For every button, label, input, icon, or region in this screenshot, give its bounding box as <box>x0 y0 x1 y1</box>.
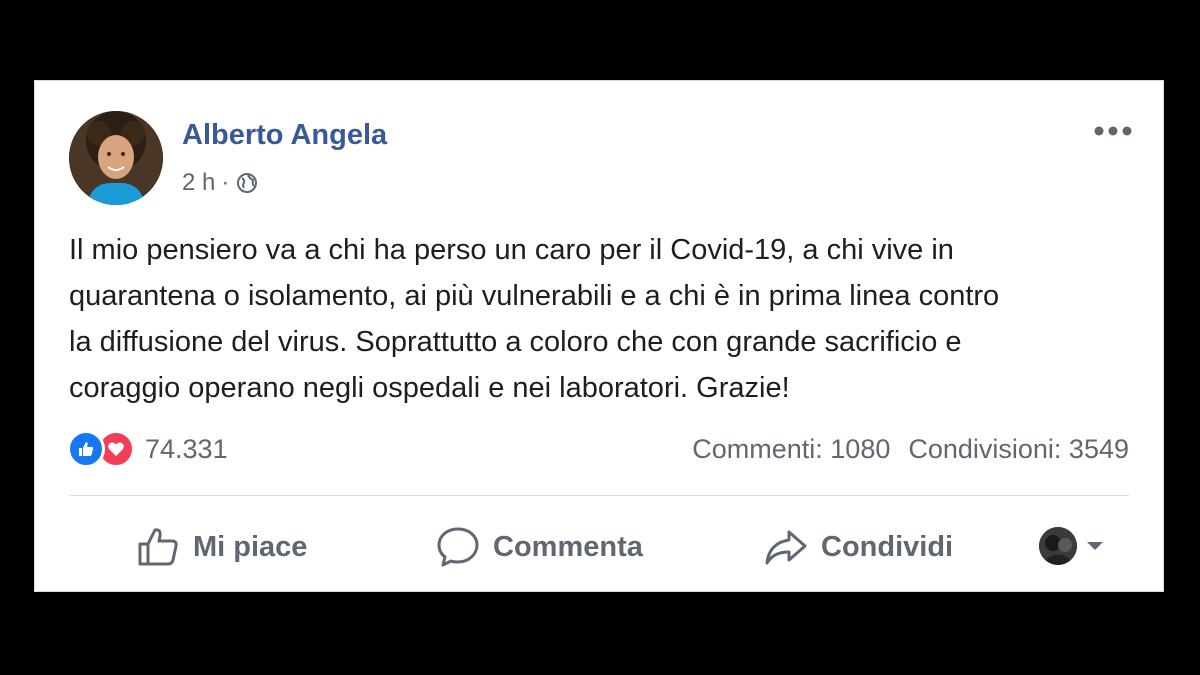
post-meta: 2 h · <box>182 169 259 197</box>
comment-button-label: Commenta <box>493 530 643 563</box>
post-time[interactable]: 2 h <box>182 169 215 197</box>
share-button[interactable]: Condividi <box>763 519 953 575</box>
author-name[interactable]: Alberto Angela <box>182 119 387 152</box>
more-options-icon[interactable] <box>1091 117 1135 145</box>
comment-icon <box>437 527 479 567</box>
comment-button[interactable]: Commenta <box>435 519 643 575</box>
reactions-summary[interactable]: 74.331 <box>67 430 228 468</box>
author-avatar[interactable] <box>69 111 163 205</box>
thumbs-up-icon <box>138 528 178 566</box>
post-text: Il mio pensiero va a chi ha perso un car… <box>69 234 1000 404</box>
reaction-count: 74.331 <box>145 433 228 464</box>
share-icon <box>765 530 807 565</box>
like-reaction-icon <box>67 430 105 468</box>
react-as-selector[interactable] <box>1039 527 1105 565</box>
globe-icon[interactable] <box>235 171 259 195</box>
shares-count-link[interactable]: Condivisioni: 3549 <box>908 434 1129 465</box>
meta-separator: · <box>221 169 230 196</box>
actions-divider <box>69 495 1129 496</box>
post-actions-bar: Mi piace Commenta Condividi <box>69 519 1129 575</box>
post-stats: Commenti: 1080 Condivisioni: 3549 <box>692 434 1129 465</box>
share-button-label: Condividi <box>821 530 954 563</box>
like-button-label: Mi piace <box>193 530 308 563</box>
post-card: Alberto Angela 2 h · Il mio pensiero va … <box>34 80 1164 592</box>
chevron-down-icon <box>1087 542 1103 550</box>
like-button[interactable]: Mi piace <box>135 519 307 575</box>
author-photo <box>69 111 163 205</box>
page-avatar <box>1039 527 1077 565</box>
comments-count-link[interactable]: Commenti: 1080 <box>692 434 890 465</box>
